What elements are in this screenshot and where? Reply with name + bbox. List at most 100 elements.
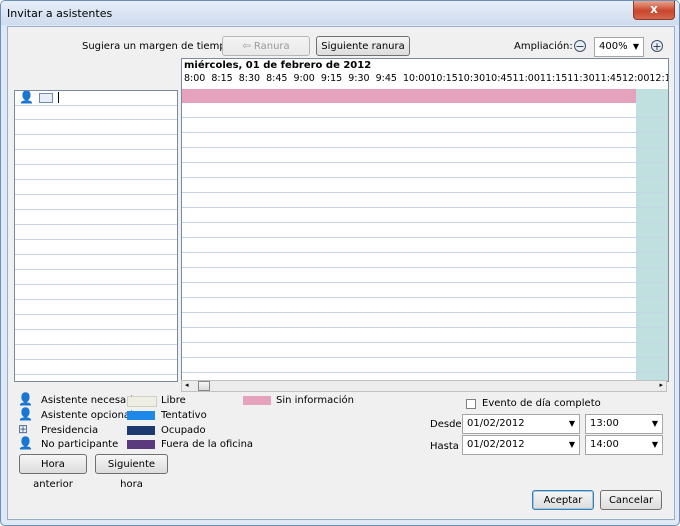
required-attendee-icon: 👤 xyxy=(18,392,33,406)
free-busy-timeline[interactable]: miércoles, 01 de febrero de 2012 8:00 8:… xyxy=(181,58,669,382)
timeline-divider xyxy=(182,267,668,268)
timeline-divider xyxy=(182,162,668,163)
zoom-value: 400% xyxy=(599,41,628,52)
legend-required-label: Asistente necesario xyxy=(41,395,140,406)
attendee-list[interactable]: 👤 xyxy=(14,90,178,382)
timeline-divider xyxy=(182,297,668,298)
from-time-field[interactable]: 13:00 ▼ xyxy=(585,414,663,434)
list-divider xyxy=(15,239,177,240)
list-divider xyxy=(15,359,177,360)
timeline-divider xyxy=(182,222,668,223)
chair-icon: ⊞ xyxy=(18,422,29,436)
timeline-divider xyxy=(182,207,668,208)
to-label: Hasta xyxy=(430,441,459,452)
to-time-value: 14:00 xyxy=(590,439,619,450)
timeline-divider xyxy=(182,147,668,148)
list-divider xyxy=(15,224,177,225)
from-date-field[interactable]: 01/02/2012 ▼ xyxy=(462,414,580,434)
next-slot-label: Siguiente ranura xyxy=(321,41,405,52)
list-divider xyxy=(15,344,177,345)
tentative-swatch xyxy=(127,411,155,420)
accept-button[interactable]: Aceptar xyxy=(532,490,594,510)
zoom-out-icon[interactable]: − xyxy=(574,40,586,52)
timeline-divider xyxy=(182,357,668,358)
list-divider xyxy=(15,254,177,255)
timeline-divider xyxy=(182,192,668,193)
legend-ooo-label: Fuera de la oficina xyxy=(161,439,254,450)
scrollbar-thumb[interactable] xyxy=(198,381,210,391)
list-divider xyxy=(15,194,177,195)
cancel-button[interactable]: Cancelar xyxy=(600,490,662,510)
timeline-divider xyxy=(182,132,668,133)
timeline-divider xyxy=(182,327,668,328)
chevron-down-icon: ▼ xyxy=(651,419,658,428)
list-divider xyxy=(15,149,177,150)
legend-free-label: Libre xyxy=(161,395,186,406)
left-arrow-icon: ⇦ xyxy=(242,41,251,52)
busy-swatch xyxy=(127,426,155,435)
list-divider xyxy=(15,284,177,285)
list-divider xyxy=(15,209,177,210)
scroll-left-icon[interactable]: ◂ xyxy=(185,381,189,389)
scroll-right-icon[interactable]: ▸ xyxy=(659,381,663,389)
to-time-field[interactable]: 14:00 ▼ xyxy=(585,435,663,455)
window-title: Invitar a asistentes xyxy=(7,7,113,20)
next-slot-button[interactable]: Siguiente ranura ⇨ xyxy=(316,36,410,72)
zoom-label: Ampliación: xyxy=(514,41,573,52)
timeline-divider xyxy=(182,282,668,283)
chevron-down-icon: ▼ xyxy=(632,42,639,51)
timeline-divider xyxy=(182,312,668,313)
timeline-divider xyxy=(182,117,668,118)
zoom-in-icon[interactable]: + xyxy=(651,40,663,52)
list-divider xyxy=(15,134,177,135)
list-divider xyxy=(15,329,177,330)
invite-attendees-dialog: Invitar a asistentes x Sugiera un margen… xyxy=(0,0,680,526)
timeline-divider xyxy=(182,177,668,178)
next-hour-button[interactable]: Siguiente hora xyxy=(95,454,168,490)
address-book-icon[interactable] xyxy=(39,93,53,103)
list-divider xyxy=(15,374,177,375)
no-information-bar xyxy=(182,89,668,103)
text-cursor xyxy=(58,92,59,103)
timeline-divider xyxy=(182,237,668,238)
ooo-swatch xyxy=(127,440,155,449)
legend-nonparticipant-label: No participante xyxy=(41,439,119,450)
chevron-down-icon: ▼ xyxy=(651,440,658,449)
zoom-select[interactable]: 400% ▼ xyxy=(594,37,644,57)
to-date-field[interactable]: 01/02/2012 ▼ xyxy=(462,435,580,455)
chevron-down-icon: ▼ xyxy=(568,440,575,449)
list-divider xyxy=(15,164,177,165)
timeline-divider xyxy=(182,252,668,253)
all-day-label: Evento de día completo xyxy=(482,398,601,409)
close-button[interactable]: x xyxy=(633,1,675,20)
previous-slot-button[interactable]: ⇦ Ranura anterior xyxy=(222,36,310,72)
optional-attendee-icon: 👤 xyxy=(18,407,33,421)
legend-busy-label: Ocupado xyxy=(161,425,206,436)
chevron-down-icon: ▼ xyxy=(568,419,575,428)
list-divider xyxy=(15,119,177,120)
required-attendee-icon[interactable]: 👤 xyxy=(19,91,34,104)
from-date-value: 01/02/2012 xyxy=(467,418,525,429)
from-label: Desde xyxy=(430,419,462,430)
suggest-slot-label: Sugiera un margen de tiempo: xyxy=(82,41,236,52)
timeline-horizontal-scrollbar[interactable]: ◂ ▸ xyxy=(181,380,667,392)
all-day-checkbox[interactable] xyxy=(466,399,476,409)
dialog-client-area: Sugiera un margen de tiempo: ⇦ Ranura an… xyxy=(7,26,675,520)
previous-hour-button[interactable]: Hora anterior xyxy=(19,454,87,490)
attendee-row-input[interactable]: 👤 xyxy=(15,91,177,106)
list-divider xyxy=(15,299,177,300)
timeline-divider xyxy=(182,372,668,373)
legend-noinfo-label: Sin información xyxy=(276,395,354,406)
list-divider xyxy=(15,269,177,270)
timeline-date: miércoles, 01 de febrero de 2012 xyxy=(184,60,372,71)
from-time-value: 13:00 xyxy=(590,418,619,429)
legend-optional-label: Asistente opcional xyxy=(41,410,133,421)
timeline-divider xyxy=(182,342,668,343)
legend-tentative-label: Tentativo xyxy=(161,410,207,421)
to-date-value: 01/02/2012 xyxy=(467,439,525,450)
nonparticipant-icon: 👤 xyxy=(18,436,33,450)
title-bar: Invitar a asistentes x xyxy=(1,1,679,25)
list-divider xyxy=(15,314,177,315)
timeline-times: 8:00 8:15 8:30 8:45 9:00 9:15 9:30 9:45 … xyxy=(184,73,668,84)
list-divider xyxy=(15,179,177,180)
